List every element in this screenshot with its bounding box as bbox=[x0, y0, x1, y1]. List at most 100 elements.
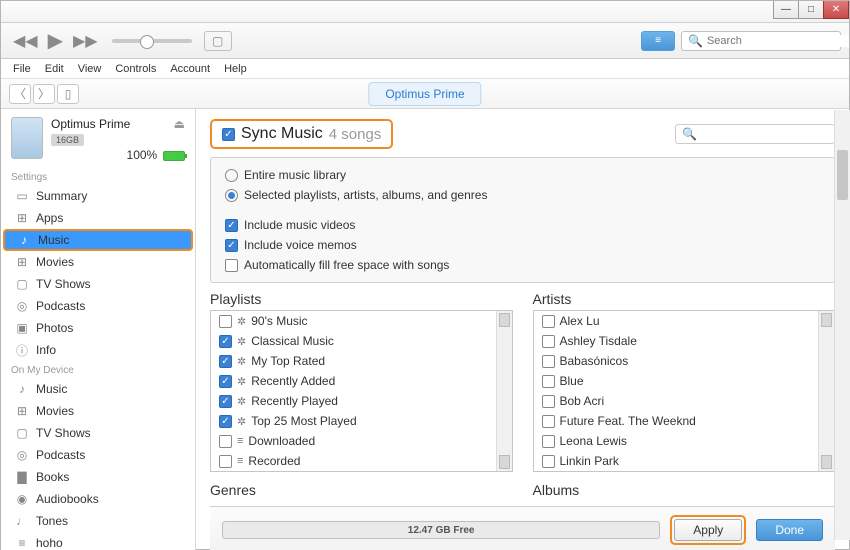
content-search-input[interactable]: 🔍 bbox=[675, 124, 835, 144]
sidebar-item-movies[interactable]: ⊞Movies bbox=[1, 400, 195, 422]
sidebar-icon: ◉ bbox=[15, 492, 29, 506]
playlist-row[interactable]: ≡Downloaded bbox=[211, 431, 512, 451]
sidebar-item-tv-shows[interactable]: ▢ TV Shows bbox=[1, 273, 195, 295]
artist-checkbox[interactable] bbox=[542, 375, 555, 388]
window-maximize-button[interactable]: □ bbox=[798, 1, 824, 19]
artist-checkbox[interactable] bbox=[542, 455, 555, 468]
volume-slider[interactable] bbox=[112, 39, 192, 43]
playlist-checkbox[interactable] bbox=[219, 315, 232, 328]
artist-name: Alex Lu bbox=[560, 314, 600, 328]
playlist-checkbox[interactable] bbox=[219, 435, 232, 448]
checkbox-fill-free-space[interactable] bbox=[225, 259, 238, 272]
artist-name: Future Feat. The Weeknd bbox=[560, 414, 696, 428]
checkbox-music-videos[interactable]: ✓ bbox=[225, 219, 238, 232]
artist-row[interactable]: Linkin Park bbox=[534, 451, 835, 471]
artist-row[interactable]: Marilyn Manson bbox=[534, 471, 835, 472]
sidebar-item-hoho[interactable]: ≡hoho bbox=[1, 532, 195, 550]
artist-checkbox[interactable] bbox=[542, 315, 555, 328]
radio-selected-playlists[interactable] bbox=[225, 189, 238, 202]
playlist-row[interactable]: ✓ ✲ Top 25 Most Played bbox=[211, 411, 512, 431]
window-minimize-button[interactable]: — bbox=[773, 1, 799, 19]
sidebar-item-music[interactable]: ♪Music bbox=[1, 378, 195, 400]
artist-row[interactable]: Blue bbox=[534, 371, 835, 391]
next-track-button[interactable]: ▶▶ bbox=[69, 31, 102, 51]
menu-edit[interactable]: Edit bbox=[39, 61, 70, 77]
artist-row[interactable]: Alex Lu bbox=[534, 311, 835, 331]
playlist-checkbox[interactable]: ✓ bbox=[219, 395, 232, 408]
play-button[interactable]: ▶ bbox=[44, 28, 67, 53]
artist-row[interactable]: Babasónicos bbox=[534, 351, 835, 371]
menu-file[interactable]: File bbox=[7, 61, 37, 77]
artist-checkbox[interactable] bbox=[542, 415, 555, 428]
playlist-row[interactable]: ✓✲Recently Added bbox=[211, 371, 512, 391]
window-close-button[interactable]: ✕ bbox=[823, 1, 849, 19]
sidebar-item-tones[interactable]: ♩Tones bbox=[1, 510, 195, 532]
sidebar-item-label: hoho bbox=[36, 536, 63, 550]
library-search-field[interactable] bbox=[707, 35, 849, 47]
playlists-list[interactable]: ✲90's Music✓✲Classical Music✓✲My Top Rat… bbox=[210, 310, 513, 472]
playlist-row[interactable]: ✓✲My Top Rated bbox=[211, 351, 512, 371]
playlist-checkbox[interactable]: ✓ bbox=[219, 415, 232, 428]
playlist-checkbox[interactable] bbox=[219, 455, 232, 468]
sidebar-icon: ⊞ bbox=[15, 255, 29, 269]
sidebar-item-label: TV Shows bbox=[36, 277, 91, 291]
checkbox-voice-memos[interactable]: ✓ bbox=[225, 239, 238, 252]
apply-button[interactable]: Apply bbox=[674, 519, 742, 541]
menu-account[interactable]: Account bbox=[164, 61, 216, 77]
sidebar-item-podcasts[interactable]: ◎Podcasts bbox=[1, 295, 195, 317]
sidebar-item-tv-shows[interactable]: ▢TV Shows bbox=[1, 422, 195, 444]
eject-button[interactable]: ⏏ bbox=[174, 117, 185, 131]
done-button[interactable]: Done bbox=[756, 519, 823, 541]
list-view-button[interactable]: ≡ bbox=[641, 31, 675, 51]
device-selector-button[interactable]: ▯ bbox=[57, 84, 79, 104]
sidebar-item-books[interactable]: ▇Books bbox=[1, 466, 195, 488]
scrollbar[interactable] bbox=[496, 311, 512, 471]
artists-list[interactable]: Alex Lu Ashley TisdaleBabasónicosBlueBob … bbox=[533, 310, 836, 472]
artist-row[interactable]: Future Feat. The Weeknd bbox=[534, 411, 835, 431]
artist-row[interactable]: Bob Acri bbox=[534, 391, 835, 411]
sidebar-icon: ▢ bbox=[15, 277, 29, 291]
sidebar-item-podcasts[interactable]: ◎Podcasts bbox=[1, 444, 195, 466]
playlist-name: Top 25 Most Played bbox=[251, 414, 356, 428]
sidebar-item-photos[interactable]: ▣Photos bbox=[1, 317, 195, 339]
playlist-checkbox[interactable]: ✓ bbox=[219, 355, 232, 368]
scrollbar[interactable] bbox=[818, 311, 834, 471]
device-tab[interactable]: Optimus Prime bbox=[368, 82, 481, 106]
sidebar-item-info[interactable]: ⓘInfo bbox=[1, 339, 195, 361]
sidebar-item-music[interactable]: ♪Music bbox=[3, 229, 193, 251]
artist-checkbox[interactable] bbox=[542, 395, 555, 408]
sync-music-checkbox[interactable]: ✓ bbox=[222, 128, 235, 141]
sidebar-item-label: Movies bbox=[36, 255, 74, 269]
artist-checkbox[interactable] bbox=[542, 435, 555, 448]
smart-playlist-icon: ✲ bbox=[237, 375, 246, 388]
menu-view[interactable]: View bbox=[72, 61, 108, 77]
nav-forward-button[interactable]: 〉 bbox=[33, 84, 55, 104]
artist-row[interactable]: Ashley Tisdale bbox=[534, 331, 835, 351]
sidebar-item-audiobooks[interactable]: ◉Audiobooks bbox=[1, 488, 195, 510]
previous-track-button[interactable]: ◀◀ bbox=[9, 31, 42, 51]
sync-music-label: Sync Music bbox=[241, 125, 323, 143]
library-search-input[interactable]: 🔍 bbox=[681, 31, 841, 51]
menu-controls[interactable]: Controls bbox=[109, 61, 162, 77]
sidebar-icon: ▇ bbox=[15, 470, 29, 484]
smart-playlist-icon: ✲ bbox=[237, 415, 246, 428]
sidebar-item-movies[interactable]: ⊞ Movies bbox=[1, 251, 195, 273]
sidebar-item-apps[interactable]: ⊞Apps bbox=[1, 207, 195, 229]
airplay-button[interactable]: ▢ bbox=[204, 31, 232, 51]
playlist-row[interactable]: ✓✲Classical Music bbox=[211, 331, 512, 351]
artist-row[interactable]: Leona Lewis bbox=[534, 431, 835, 451]
playlist-row[interactable]: ≡Recorded bbox=[211, 451, 512, 471]
window-scrollbar[interactable] bbox=[834, 110, 850, 540]
artist-checkbox[interactable] bbox=[542, 335, 555, 348]
sidebar-item-summary[interactable]: ▭Summary bbox=[1, 185, 195, 207]
artist-checkbox[interactable] bbox=[542, 355, 555, 368]
artists-header: Artists bbox=[533, 291, 836, 307]
radio-entire-library[interactable] bbox=[225, 169, 238, 182]
menu-help[interactable]: Help bbox=[218, 61, 253, 77]
playlist-row[interactable]: ✲90's Music bbox=[211, 311, 512, 331]
playlist-row[interactable]: ✓✲Recently Played bbox=[211, 391, 512, 411]
playlist-checkbox[interactable]: ✓ bbox=[219, 335, 232, 348]
playlist-checkbox[interactable]: ✓ bbox=[219, 375, 232, 388]
nav-back-button[interactable]: 〈 bbox=[9, 84, 31, 104]
device-capacity: 16GB bbox=[51, 134, 84, 146]
